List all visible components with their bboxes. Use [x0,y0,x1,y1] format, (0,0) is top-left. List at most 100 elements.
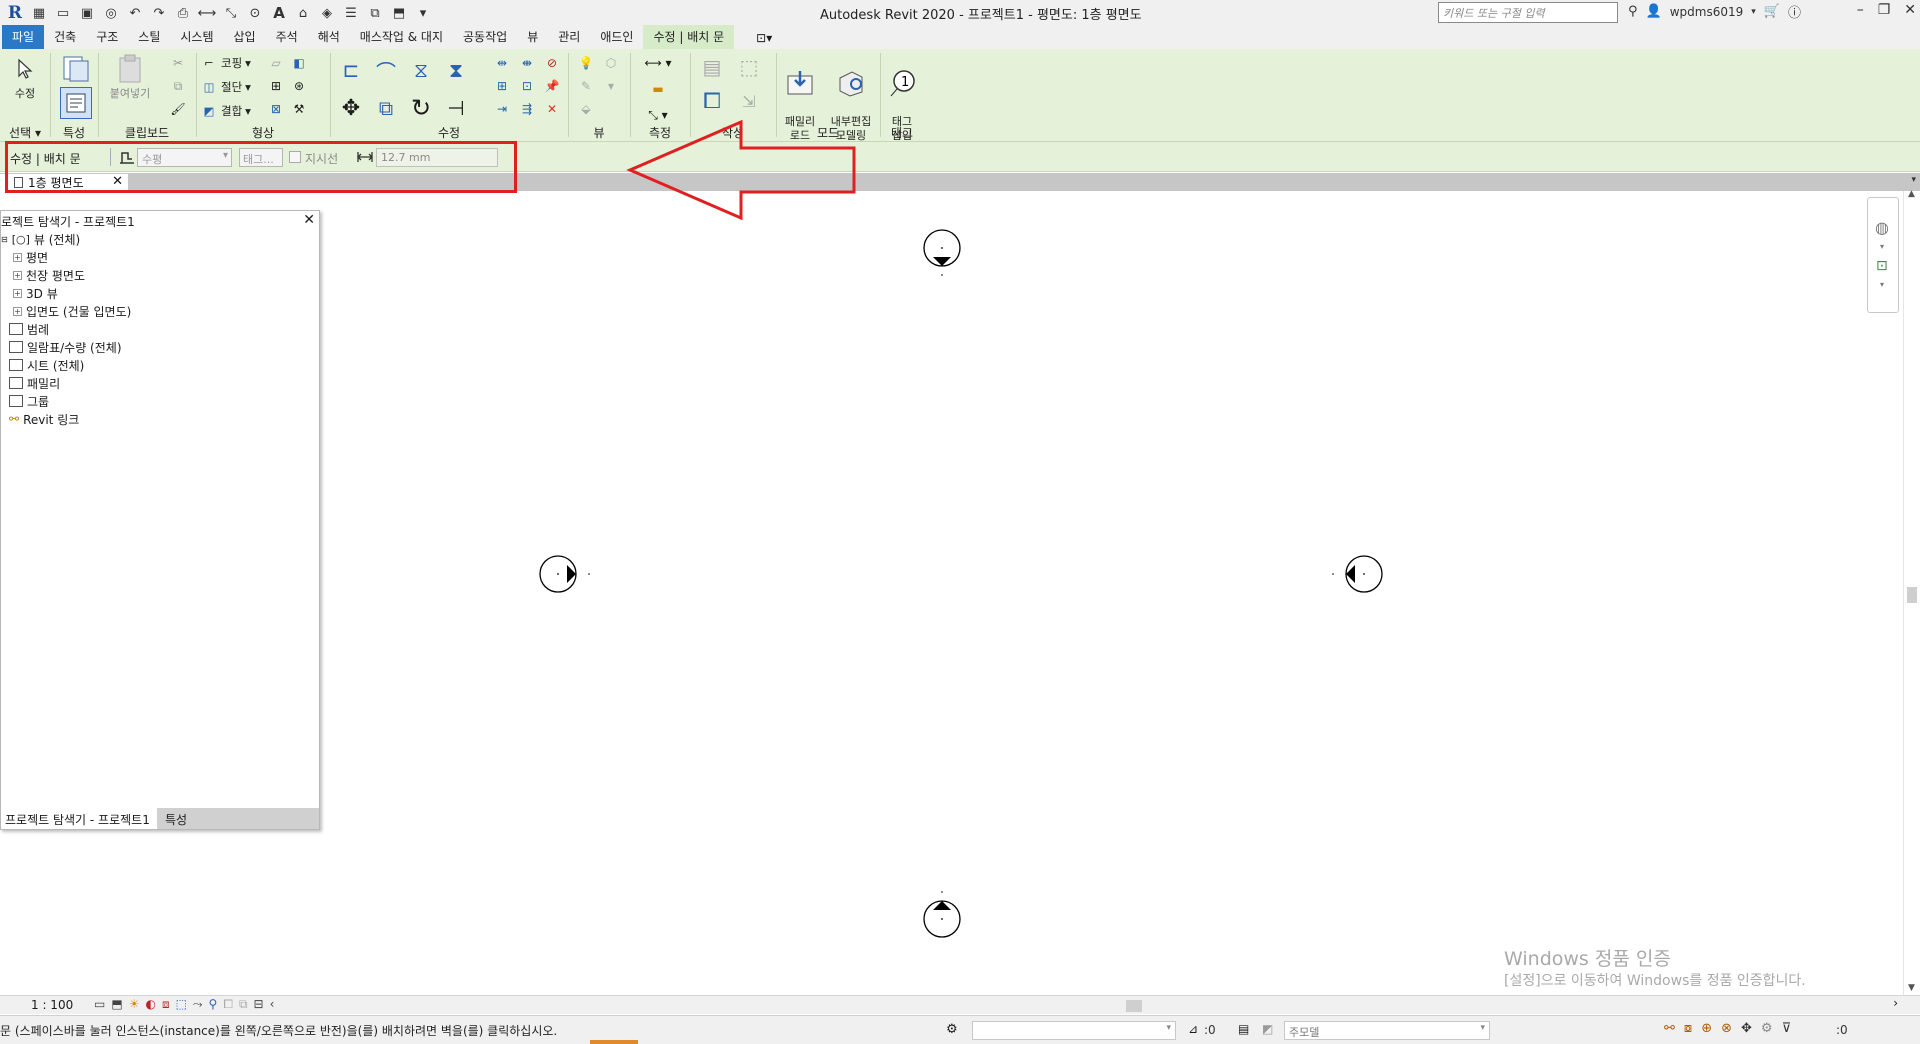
open-icon[interactable]: ▭ [52,3,74,23]
tree-node-groups[interactable]: 그룹 [9,392,49,410]
expand-icon[interactable]: + [13,306,22,316]
override-graphics-icon[interactable]: ⬡ [601,53,621,73]
worksets-icon[interactable]: ⚙ [946,1022,958,1037]
show-crop-icon[interactable]: ⬚ [176,997,187,1012]
sun-path-icon[interactable]: ☀ [129,997,140,1012]
tab-annotate[interactable]: 주석 [266,25,308,49]
select-links-icon[interactable]: ⚯ [1664,1021,1675,1036]
tree-node-floor-plans[interactable]: + 평면 [13,248,48,266]
copy-element-icon[interactable]: ⧉ [371,93,401,123]
close-icon[interactable]: ✕ [303,212,315,228]
copy-icon[interactable]: ⧉ [168,76,188,96]
detail-level-icon[interactable]: ▭ [94,997,105,1012]
tab-systems[interactable]: 시스템 [170,25,223,49]
offset-icon[interactable]: ⌒ [371,55,401,85]
create-assembly-icon[interactable]: ▤ [696,53,728,81]
modify-button[interactable]: 수정 [3,53,47,101]
revit-logo-icon[interactable]: R [4,3,26,23]
tab-structure[interactable]: 구조 [86,25,128,49]
tree-node-revit-links[interactable]: ⚯ Revit 링크 [9,410,79,428]
ribbon-display-toggle-icon[interactable]: ⊡▾ [756,31,772,49]
create-similar-icon[interactable]: ⇲ [733,87,765,115]
elevation-marker-north[interactable] [922,228,962,278]
horizontal-scrollbar[interactable]: › [378,996,1898,1012]
measure-icon[interactable]: ⟷ [196,3,218,23]
properties-button[interactable] [54,53,98,87]
expand-icon[interactable]: + [13,252,22,262]
cart-icon[interactable]: 🛒 [1764,4,1780,19]
tab-file[interactable]: 파일 [2,25,45,49]
restore-icon[interactable]: ❐ [1878,2,1891,18]
sync-icon[interactable]: ◎ [100,3,122,23]
undo-icon[interactable]: ↶ [124,3,146,23]
tab-properties-palette[interactable]: 특성 [161,808,191,829]
visual-style-icon[interactable]: ⬒ [111,997,122,1012]
workset-select[interactable]: ▾ [972,1021,1176,1040]
elevation-marker-west[interactable] [538,553,594,595]
filter-icon[interactable]: ⊽ [1782,1021,1792,1036]
design-options-icon[interactable]: ▤ [1238,1022,1249,1036]
split-face-icon[interactable]: ⊞ [266,76,286,96]
join-button[interactable]: ◩ 결합 ▾ [200,101,251,121]
tab-modify-place-door[interactable]: 수정 | 배치 문 [643,25,735,49]
switch-windows-icon[interactable]: ⬒ [388,3,410,23]
vertical-scrollbar[interactable]: ▲ ▼ [1903,189,1920,995]
temporary-hide-icon[interactable]: ⚲ [209,997,218,1012]
user-menu-chevron-icon[interactable]: ▾ [1751,7,1756,17]
move-icon[interactable]: ✥ [336,93,366,123]
array-icon[interactable]: ⊞ [492,76,512,96]
tag-icon[interactable]: ⊙ [244,3,266,23]
elevation-marker-east[interactable] [1328,553,1384,595]
tree-node-legends[interactable]: 범례 [9,320,49,338]
cope-button[interactable]: ⌐ 코핑 ▾ [200,53,251,73]
view-scale[interactable]: 1 : 100 [31,998,73,1012]
close-hidden-icon[interactable]: ⧉ [364,3,386,23]
save-icon[interactable]: ▣ [76,3,98,23]
tree-node-families[interactable]: 패밀리 [9,374,60,392]
unpin-icon[interactable]: ⊘ [542,53,562,73]
tab-massing-site[interactable]: 매스작업 & 대지 [350,25,453,49]
mirror-draw-axis-icon[interactable]: ⧗ [441,55,471,85]
scroll-down-icon[interactable]: ▼ [1908,983,1915,993]
hammer-icon[interactable]: ⚒ [289,99,309,119]
tree-node-views[interactable]: ⊟ [○] 뷰 (전체) [1,230,80,248]
tab-project-browser[interactable]: 프로젝트 탐색기 - 프로젝트1 [1,808,157,829]
reveal-hidden-icon[interactable]: ⧠ [223,997,233,1012]
select-pinned-icon[interactable]: ⊕ [1701,1021,1712,1036]
tab-view[interactable]: 뷰 [517,25,548,49]
tab-manage[interactable]: 관리 [548,25,590,49]
align-icon[interactable]: ⊏ [336,55,366,85]
elevation-marker-south[interactable] [922,887,962,939]
redo-icon[interactable]: ↷ [148,3,170,23]
cut-geometry-button[interactable]: ◫ 절단 ▾ [200,77,251,97]
chevron-down-icon[interactable]: ▾ [1880,242,1884,251]
tab-steel[interactable]: 스틸 [128,25,170,49]
view-dropdown-icon[interactable]: ▾ [601,76,621,96]
close-icon[interactable]: ✕ [1904,2,1916,18]
crop-view-icon[interactable]: ⧈ [162,997,170,1012]
shadows-icon[interactable]: ◐ [145,997,155,1012]
tree-node-schedules[interactable]: 일람표/수량 (전체) [9,338,122,356]
tree-node-ceiling-plans[interactable]: + 천장 평면도 [13,266,85,284]
reveal-icon[interactable]: ⬙ [576,99,596,119]
paste-button[interactable]: 붙여넣기 [108,53,152,101]
customize-qat-icon[interactable]: ▾ [412,3,434,23]
help-icon[interactable]: ⓘ [1788,2,1801,21]
binoculars-icon[interactable]: ⚲ [1628,4,1638,19]
select-panel-label[interactable]: 선택 ▾ [0,124,50,141]
editable-only-icon[interactable]: ⊿ [1188,1022,1198,1036]
split-icon[interactable]: ⇹ [492,53,512,73]
wall-joins-icon[interactable]: ▱ [266,53,286,73]
linework-icon[interactable]: ✎ [576,76,596,96]
split-gap-icon[interactable]: ⇼ [517,53,537,73]
zoom-region-icon[interactable]: ⊡ [1876,258,1888,274]
scroll-left-icon[interactable]: ‹ [270,997,275,1012]
search-input[interactable]: 키워드 또는 구절 입력 [1438,2,1618,23]
create-parts-icon[interactable]: ⬚ [733,53,765,81]
tab-analyze[interactable]: 해석 [308,25,350,49]
3d-view-icon[interactable]: ⌂ [292,3,314,23]
scroll-right-icon[interactable]: › [1893,996,1898,1010]
background-process-icon[interactable]: ⚙ [1761,1021,1773,1036]
tab-architecture[interactable]: 건축 [44,25,86,49]
select-underlay-icon[interactable]: ⧇ [1684,1021,1692,1036]
